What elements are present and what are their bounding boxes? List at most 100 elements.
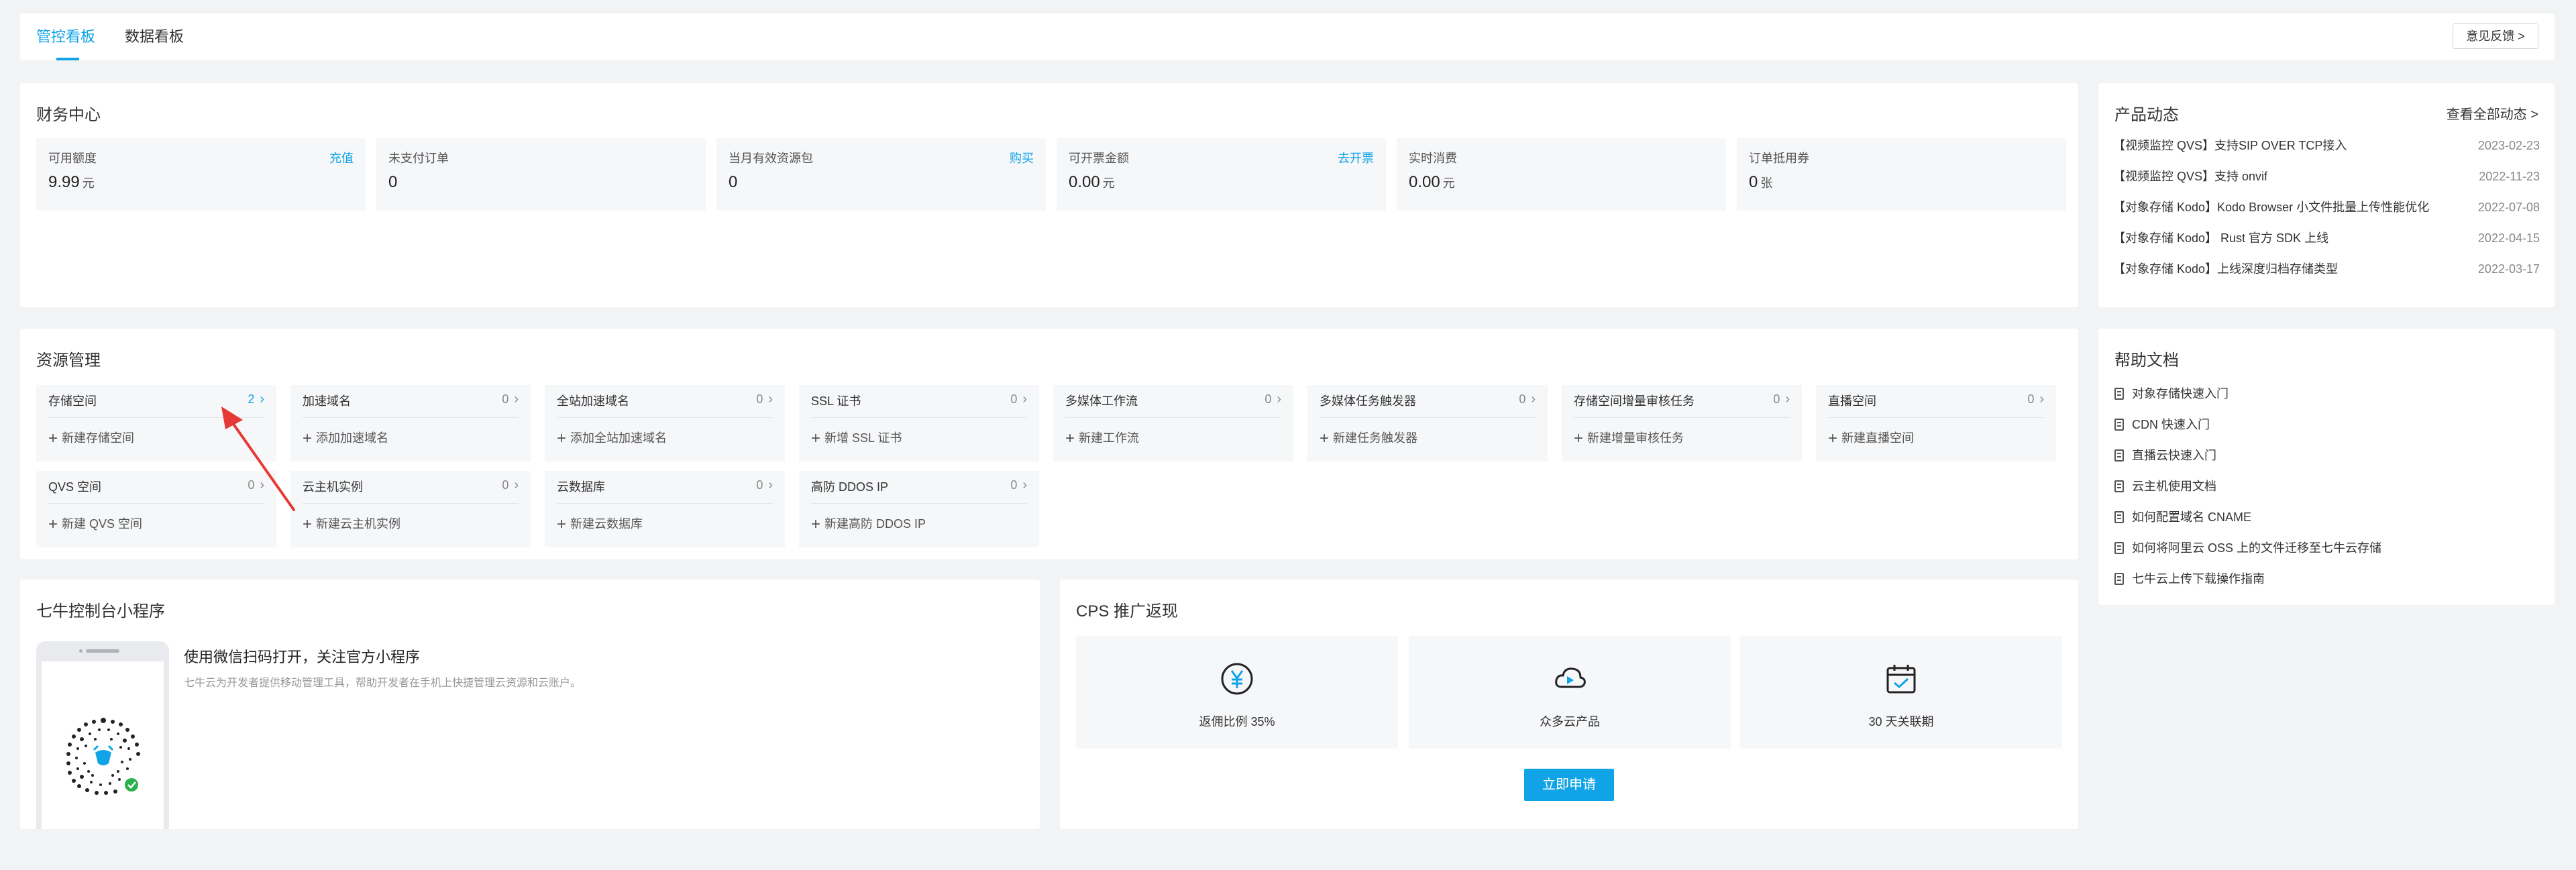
- recharge-link[interactable]: 充值: [329, 149, 354, 166]
- news-item[interactable]: 【视频监控 QVS】支持 onvif 2022-11-23: [2113, 166, 2540, 186]
- divider: [48, 417, 264, 418]
- chevron-right-icon: ›: [514, 478, 519, 492]
- resource-count-link[interactable]: 0 ›: [1773, 392, 1790, 407]
- chevron-right-icon: ›: [768, 392, 773, 406]
- view-all-news-link[interactable]: 查看全部动态 >: [2447, 103, 2538, 123]
- divider: [303, 417, 519, 418]
- resource-name: 云数据库: [557, 480, 605, 494]
- plus-icon: +: [1065, 429, 1075, 447]
- finance-item-invoiceable-amount: 可开票金额 去开票 0.00 元: [1057, 138, 1386, 211]
- resource-item-ddos-ip: 高防 DDOS IP 0 › + 新建高防 DDOS IP: [799, 471, 1039, 547]
- finance-item-realtime-consumption[interactable]: 实时消费 0.00 元: [1397, 138, 1726, 211]
- apply-now-button[interactable]: 立即申请: [1524, 769, 1614, 801]
- buy-link[interactable]: 购买: [1010, 149, 1034, 166]
- news-item[interactable]: 【视频监控 QVS】支持SIP OVER TCP接入 2023-02-23: [2113, 135, 2540, 156]
- news-item-text: 【视频监控 QVS】支持 onvif: [2113, 170, 2268, 183]
- add-resource-button[interactable]: + 添加加速域名: [303, 428, 388, 447]
- divider: [1320, 417, 1536, 418]
- resource-count-link[interactable]: 0 ›: [248, 478, 264, 493]
- resource-count-link[interactable]: 2 ›: [248, 392, 264, 407]
- add-resource-button[interactable]: + 新建任务触发器: [1320, 428, 1417, 447]
- feedback-button[interactable]: 意见反馈 >: [2453, 23, 2538, 49]
- add-resource-button[interactable]: + 新建增量审核任务: [1574, 428, 1684, 447]
- help-doc-link[interactable]: 云主机使用文档: [2114, 476, 2216, 496]
- tab-data-board[interactable]: 数据看板: [125, 27, 184, 47]
- resource-management-title: 资源管理: [36, 351, 101, 370]
- divider: [1828, 417, 2044, 418]
- add-resource-button[interactable]: + 新建存储空间: [48, 428, 134, 447]
- finance-item-label: 可用额度: [48, 152, 97, 165]
- plus-icon: +: [1828, 429, 1838, 447]
- plus-icon: +: [303, 429, 313, 447]
- resource-name: 加速域名: [303, 394, 351, 408]
- help-docs-panel: 帮助文档 对象存储快速入门 CDN 快速入门 直播云快速入门 云主机使用文档 如…: [2098, 329, 2555, 605]
- resource-count-link[interactable]: 0 ›: [1519, 392, 1536, 407]
- resource-count-link[interactable]: 0 ›: [756, 478, 773, 493]
- add-resource-button[interactable]: + 新建云主机实例: [303, 514, 400, 533]
- plus-icon: +: [1320, 429, 1330, 447]
- add-resource-button[interactable]: + 新建工作流: [1065, 428, 1139, 447]
- cps-cashback-panel: CPS 推广返现 返佣比例 35% 众多云产品 30 天关联期 立即申请: [1060, 580, 2078, 829]
- cps-feature-label: 30 天关联期: [1868, 715, 1934, 728]
- tab-control-board[interactable]: 管控看板: [36, 27, 95, 47]
- cps-feature-association: 30 天关联期: [1740, 636, 2062, 749]
- resource-item-media-trigger: 多媒体任务触发器 0 › + 新建任务触发器: [1307, 385, 1548, 461]
- resource-count-link[interactable]: 0 ›: [502, 392, 519, 407]
- resource-item-ssl-cert: SSL 证书 0 › + 新增 SSL 证书: [799, 385, 1039, 461]
- chevron-right-icon: ›: [2039, 392, 2044, 406]
- help-doc-link[interactable]: 直播云快速入门: [2114, 445, 2216, 466]
- resource-item-live-space: 直播空间 0 › + 新建直播空间: [1816, 385, 2056, 461]
- mini-program-panel: 七牛控制台小程序 使用微信扫码打开，关注官方小程序 七牛云为开发者提供移动管理工…: [20, 580, 1040, 829]
- plus-icon: +: [557, 429, 567, 447]
- news-item[interactable]: 【对象存储 Kodo】 Rust 官方 SDK 上线 2022-04-15: [2113, 228, 2540, 248]
- resource-name: 云主机实例: [303, 480, 363, 494]
- chevron-right-icon: ›: [1022, 392, 1027, 406]
- resource-item-cdn-domain: 加速域名 0 › + 添加加速域名: [290, 385, 531, 461]
- document-icon: [2114, 511, 2124, 523]
- mini-program-title: 七牛控制台小程序: [36, 602, 165, 620]
- calendar-check-icon: [1886, 665, 1916, 694]
- finance-item-resource-packs: 当月有效资源包 购买 0: [716, 138, 1046, 211]
- help-doc-link[interactable]: 如何配置域名 CNAME: [2114, 507, 2251, 527]
- document-icon: [2114, 573, 2124, 585]
- resource-count-link[interactable]: 0 ›: [756, 392, 773, 407]
- help-doc-link[interactable]: 七牛云上传下载操作指南: [2114, 569, 2265, 589]
- news-item[interactable]: 【对象存储 Kodo】上线深度归档存储类型 2022-03-17: [2113, 259, 2540, 279]
- finance-item-value: 0.00 元: [1069, 173, 1115, 191]
- divider: [557, 417, 773, 418]
- add-resource-button[interactable]: + 新建云数据库: [557, 514, 643, 533]
- add-resource-button[interactable]: + 新建高防 DDOS IP: [811, 514, 926, 533]
- finance-item-label: 可开票金额: [1069, 152, 1129, 165]
- help-doc-link[interactable]: 对象存储快速入门: [2114, 384, 2229, 404]
- help-doc-link[interactable]: 如何将阿里云 OSS 上的文件迁移至七牛云存储: [2114, 538, 2381, 558]
- product-news-panel: 产品动态 查看全部动态 > 【视频监控 QVS】支持SIP OVER TCP接入…: [2098, 83, 2555, 307]
- finance-item-label: 当月有效资源包: [729, 152, 813, 165]
- news-item-text: 【对象存储 Kodo】Kodo Browser 小文件批量上传性能优化: [2113, 201, 2430, 214]
- resource-count-link[interactable]: 0 ›: [1010, 392, 1027, 407]
- document-icon: [2114, 542, 2124, 554]
- add-resource-button[interactable]: + 新增 SSL 证书: [811, 428, 902, 447]
- resource-count-link[interactable]: 0 ›: [1265, 392, 1281, 407]
- invoice-link[interactable]: 去开票: [1338, 149, 1374, 166]
- resource-name: QVS 空间: [48, 480, 102, 494]
- document-icon: [2114, 480, 2124, 492]
- resource-count-link[interactable]: 0 ›: [502, 478, 519, 493]
- add-resource-button[interactable]: + 新建 QVS 空间: [48, 514, 142, 533]
- news-item[interactable]: 【对象存储 Kodo】Kodo Browser 小文件批量上传性能优化 2022…: [2113, 197, 2540, 217]
- chevron-right-icon: ›: [768, 478, 773, 492]
- finance-item-unpaid-orders[interactable]: 未支付订单 0: [376, 138, 706, 211]
- add-resource-button[interactable]: + 添加全站加速域名: [557, 428, 667, 447]
- mini-program-description: 七牛云为开发者提供移动管理工具，帮助开发者在手机上快捷管理云资源和云账户。: [184, 677, 582, 689]
- resource-count-link[interactable]: 0 ›: [1010, 478, 1027, 493]
- add-resource-button[interactable]: + 新建直播空间: [1828, 428, 1914, 447]
- help-doc-link[interactable]: CDN 快速入门: [2114, 415, 2210, 435]
- document-icon: [2114, 388, 2124, 400]
- finance-item-label: 实时消费: [1409, 152, 1457, 165]
- plus-icon: +: [48, 429, 58, 447]
- resource-name: 多媒体任务触发器: [1320, 394, 1416, 408]
- finance-item-coupons[interactable]: 订单抵用券 0张: [1737, 138, 2066, 211]
- yuan-icon: [1221, 663, 1253, 695]
- plus-icon: +: [1574, 429, 1584, 447]
- resource-count-link[interactable]: 0 ›: [2027, 392, 2044, 407]
- divider: [811, 503, 1027, 504]
